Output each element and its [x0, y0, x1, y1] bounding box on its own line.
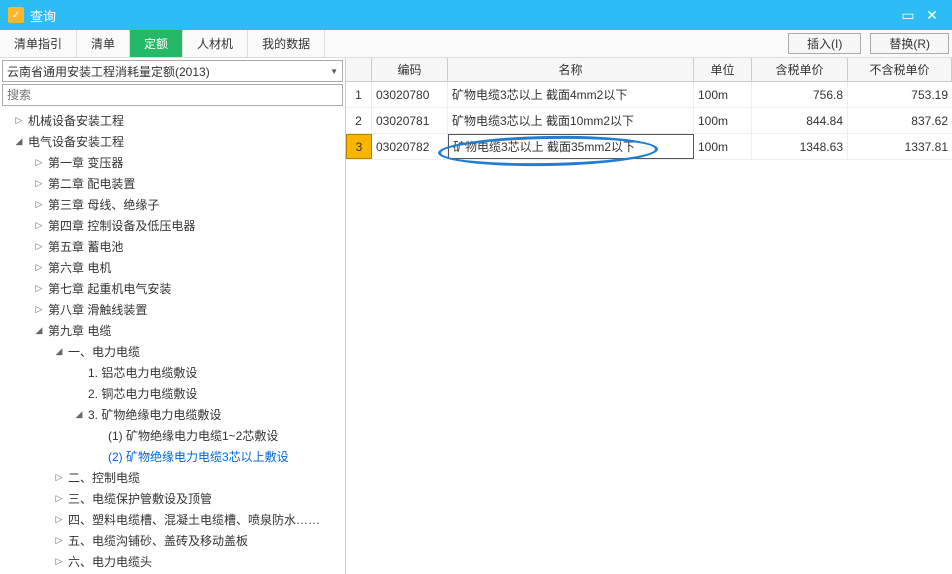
row-index: 1 [346, 82, 372, 107]
cell-code[interactable]: 03020782 [372, 134, 448, 159]
tree-node[interactable]: ▷第七章 起重机电气安装 [0, 278, 345, 299]
header-index[interactable] [346, 58, 372, 81]
table-row[interactable]: 1 03020780 矿物电缆3芯以上 截面4mm2以下 100m 756.8 … [346, 82, 952, 108]
expand-icon[interactable]: ▷ [54, 536, 64, 546]
search-box[interactable] [2, 84, 343, 106]
tree-node[interactable]: ▷第四章 控制设备及低压电器 [0, 215, 345, 236]
expand-icon[interactable]: ▷ [34, 263, 44, 273]
tree[interactable]: ▷机械设备安装工程 ◢电气设备安装工程 ▷第一章 变压器 ▷第二章 配电装置 ▷… [0, 108, 345, 574]
tree-leaf[interactable]: 1. 铝芯电力电缆敷设 [0, 362, 345, 383]
tree-node[interactable]: ▷第八章 滑触线装置 [0, 299, 345, 320]
expand-icon[interactable]: ▷ [34, 179, 44, 189]
cell-unit[interactable]: 100m [694, 108, 752, 133]
right-panel: 编码 名称 单位 含税单价 不含税单价 1 03020780 矿物电缆3芯以上 … [346, 58, 952, 574]
blank-icon [94, 431, 104, 441]
tree-node[interactable]: ▷二、控制电缆 [0, 467, 345, 488]
tree-node[interactable]: ▷第三章 母线、绝缘子 [0, 194, 345, 215]
cell-price-notax[interactable]: 753.19 [848, 82, 952, 107]
expand-icon[interactable]: ▷ [14, 116, 24, 126]
cell-price-tax[interactable]: 1348.63 [752, 134, 848, 159]
header-name[interactable]: 名称 [448, 58, 694, 81]
tree-node[interactable]: ▷五、电缆沟铺砂、盖砖及移动盖板 [0, 530, 345, 551]
window-title: 查询 [30, 6, 896, 25]
header-code[interactable]: 编码 [372, 58, 448, 81]
cell-price-notax[interactable]: 1337.81 [848, 134, 952, 159]
tree-node[interactable]: ◢一、电力电缆 [0, 341, 345, 362]
expand-icon[interactable]: ▷ [34, 242, 44, 252]
row-index: 2 [346, 108, 372, 133]
tab-list[interactable]: 清单 [77, 30, 130, 57]
collapse-icon[interactable]: ◢ [54, 347, 64, 357]
collapse-icon[interactable]: ◢ [14, 137, 24, 147]
cell-price-tax[interactable]: 756.8 [752, 82, 848, 107]
cell-code[interactable]: 03020781 [372, 108, 448, 133]
tree-node[interactable]: ▷第五章 蓄电池 [0, 236, 345, 257]
app-icon: ✓ [8, 7, 24, 23]
collapse-icon[interactable]: ◢ [34, 326, 44, 336]
tree-node[interactable]: ▷第二章 配电装置 [0, 173, 345, 194]
minimize-button[interactable]: ▭ [896, 3, 920, 27]
tree-node[interactable]: ▷第六章 电机 [0, 257, 345, 278]
tab-resource[interactable]: 人材机 [183, 30, 248, 57]
search-input[interactable] [7, 88, 338, 102]
tab-quota[interactable]: 定额 [130, 30, 183, 57]
blank-icon [74, 389, 84, 399]
expand-icon[interactable]: ▷ [34, 221, 44, 231]
tree-node[interactable]: ▷四、塑料电缆槽、混凝土电缆槽、喷泉防水…… [0, 509, 345, 530]
replace-button[interactable]: 替换(R) [870, 33, 949, 54]
tabbar: 清单指引 清单 定额 人材机 我的数据 插入(I) 替换(R) [0, 30, 952, 58]
expand-icon[interactable]: ▷ [34, 158, 44, 168]
tree-node[interactable]: ◢电气设备安装工程 [0, 131, 345, 152]
cell-unit[interactable]: 100m [694, 82, 752, 107]
collapse-icon[interactable]: ◢ [74, 410, 84, 420]
header-price-notax[interactable]: 不含税单价 [848, 58, 952, 81]
row-index: 3 [346, 134, 372, 159]
expand-icon[interactable]: ▷ [54, 494, 64, 504]
tree-leaf[interactable]: 2. 铜芯电力电缆敷设 [0, 383, 345, 404]
grid-body: 1 03020780 矿物电缆3芯以上 截面4mm2以下 100m 756.8 … [346, 82, 952, 574]
norm-dropdown-label: 云南省通用安装工程消耗量定额(2013) [7, 63, 330, 80]
cell-name[interactable]: 矿物电缆3芯以上 截面10mm2以下 [448, 108, 694, 133]
tree-node[interactable]: ▷机械设备安装工程 [0, 110, 345, 131]
tree-node[interactable]: ▷第一章 变压器 [0, 152, 345, 173]
main: 云南省通用安装工程消耗量定额(2013) ▼ ▷机械设备安装工程 ◢电气设备安装… [0, 58, 952, 574]
header-price-tax[interactable]: 含税单价 [752, 58, 848, 81]
tree-leaf-selected[interactable]: (2) 矿物绝缘电力电缆3芯以上敷设 [0, 446, 345, 467]
tree-node[interactable]: ▷三、电缆保护管敷设及顶管 [0, 488, 345, 509]
expand-icon[interactable]: ▷ [54, 515, 64, 525]
header-unit[interactable]: 单位 [694, 58, 752, 81]
cell-unit[interactable]: 100m [694, 134, 752, 159]
cell-code[interactable]: 03020780 [372, 82, 448, 107]
tab-mydata[interactable]: 我的数据 [248, 30, 325, 57]
blank-icon [74, 368, 84, 378]
grid-header: 编码 名称 单位 含税单价 不含税单价 [346, 58, 952, 82]
norm-dropdown[interactable]: 云南省通用安装工程消耗量定额(2013) ▼ [2, 60, 343, 82]
expand-icon[interactable]: ▷ [54, 557, 64, 567]
cell-name[interactable]: 矿物电缆3芯以上 截面4mm2以下 [448, 82, 694, 107]
titlebar: ✓ 查询 ▭ ✕ [0, 0, 952, 30]
insert-button[interactable]: 插入(I) [788, 33, 861, 54]
expand-icon[interactable]: ▷ [34, 284, 44, 294]
table-row-selected[interactable]: 3 03020782 矿物电缆3芯以上 截面35mm2以下 100m 1348.… [346, 134, 952, 160]
close-button[interactable]: ✕ [920, 3, 944, 27]
cell-name[interactable]: 矿物电缆3芯以上 截面35mm2以下 [448, 134, 694, 159]
table-row[interactable]: 2 03020781 矿物电缆3芯以上 截面10mm2以下 100m 844.8… [346, 108, 952, 134]
tab-list-guide[interactable]: 清单指引 [0, 30, 77, 57]
tree-node[interactable]: ◢3. 矿物绝缘电力电缆敷设 [0, 404, 345, 425]
cell-price-tax[interactable]: 844.84 [752, 108, 848, 133]
cell-price-notax[interactable]: 837.62 [848, 108, 952, 133]
tree-node[interactable]: ◢第九章 电缆 [0, 320, 345, 341]
blank-icon [94, 452, 104, 462]
tree-leaf[interactable]: (1) 矿物绝缘电力电缆1~2芯敷设 [0, 425, 345, 446]
expand-icon[interactable]: ▷ [34, 305, 44, 315]
chevron-down-icon: ▼ [330, 67, 338, 76]
tree-node[interactable]: ▷六、电力电缆头 [0, 551, 345, 572]
expand-icon[interactable]: ▷ [54, 473, 64, 483]
left-panel: 云南省通用安装工程消耗量定额(2013) ▼ ▷机械设备安装工程 ◢电气设备安装… [0, 58, 346, 574]
expand-icon[interactable]: ▷ [34, 200, 44, 210]
